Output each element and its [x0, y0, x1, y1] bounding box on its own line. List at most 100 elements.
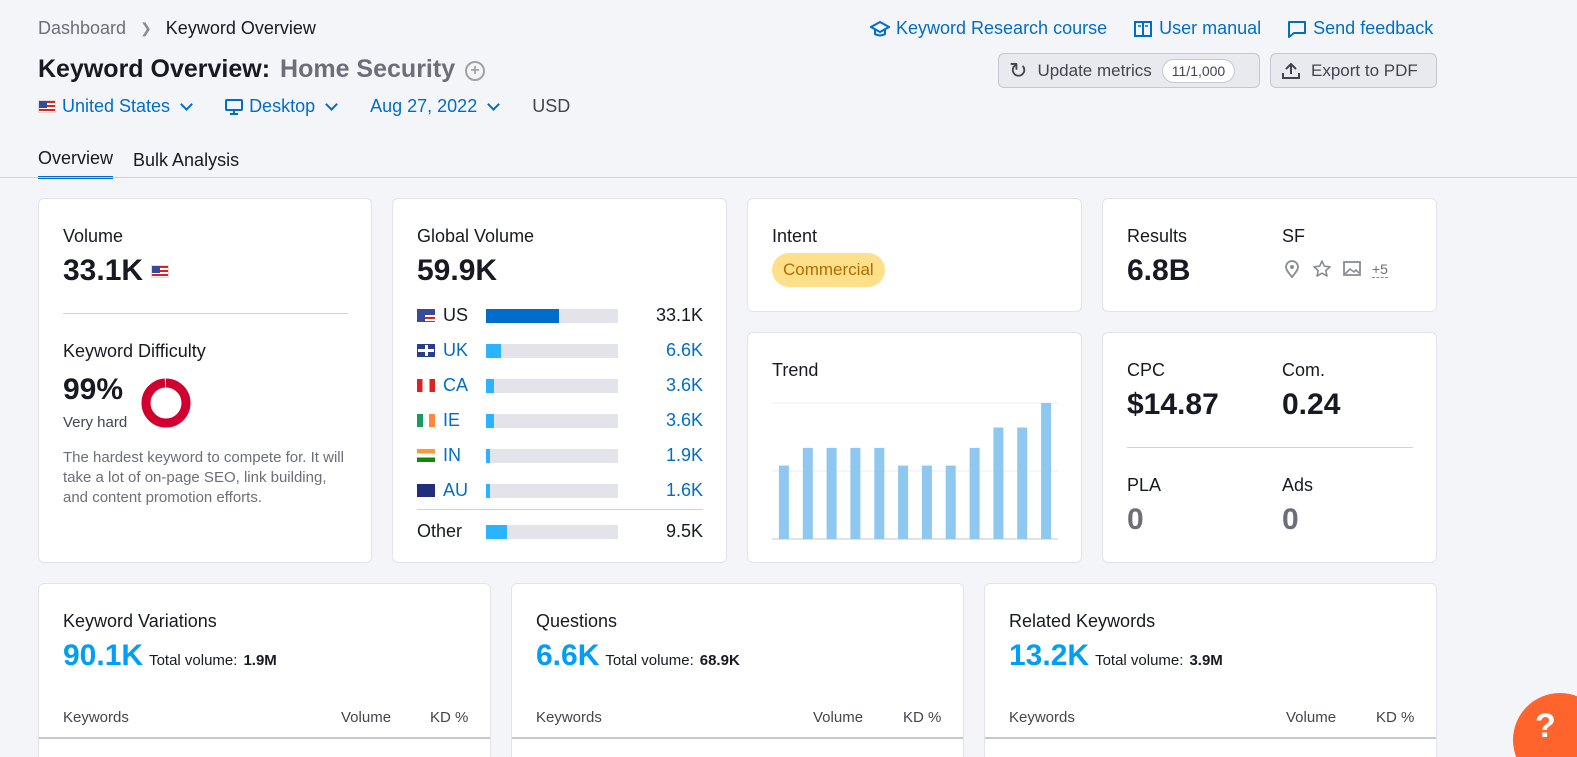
related-keywords-count[interactable]: 13.2K: [1009, 639, 1089, 673]
trend-bar: [850, 447, 861, 539]
trend-bar: [969, 447, 980, 539]
keyword-variations-title: Keyword Variations: [63, 611, 217, 631]
col-volume: Volume: [341, 709, 392, 726]
export-pdf-button[interactable]: Export to PDF: [1270, 53, 1437, 88]
top-links: Keyword Research course User manual Send…: [870, 18, 1433, 39]
keyword-variations-count[interactable]: 90.1K: [63, 639, 143, 673]
gv-row-us: US 33.1K: [417, 298, 703, 333]
gv-country-code: AU: [443, 480, 469, 500]
gv-country-code: IE: [443, 410, 461, 430]
volume-label: Volume: [63, 226, 124, 246]
gv-bar-fill: [486, 413, 494, 428]
col-keywords: Keywords: [1009, 709, 1075, 726]
total-volume-label: Total volume:: [149, 652, 238, 669]
star-icon: [1313, 260, 1331, 277]
graduation-cap-icon: [870, 20, 890, 36]
ads-value: 0: [1282, 503, 1299, 536]
results-label: Results: [1127, 226, 1188, 246]
tabs-divider: [0, 177, 1577, 178]
sf-label: SF: [1282, 226, 1306, 246]
gv-country-code: CA: [443, 375, 469, 395]
gv-other-label: Other: [417, 521, 463, 541]
gv-value: 3.6K: [665, 375, 703, 395]
user-manual-link[interactable]: User manual: [1133, 18, 1261, 39]
total-volume-label: Total volume:: [1095, 652, 1184, 669]
send-feedback-link[interactable]: Send feedback: [1287, 18, 1433, 39]
kd-label: Keyword Difficulty: [63, 341, 206, 361]
questions-count[interactable]: 6.6K: [536, 639, 599, 673]
trend-bar: [802, 447, 813, 539]
us-flag-icon: [38, 100, 56, 113]
gv-bar: [486, 343, 618, 358]
gv-country-code: US: [443, 305, 469, 325]
send-feedback-label: Send feedback: [1313, 18, 1434, 38]
trend-bar: [1041, 403, 1052, 539]
gv-row-au[interactable]: AU 1.6K: [417, 473, 703, 508]
global-volume-label: Global Volume: [417, 226, 535, 246]
breadcrumb-dashboard-link[interactable]: Dashboard: [38, 18, 126, 39]
export-pdf-label: Export to PDF: [1311, 60, 1418, 80]
global-volume-card: Global Volume 59.9K US 33.1K UK 6.6K CA 3.6K I…: [392, 198, 727, 563]
trend-chart: [772, 402, 1058, 540]
ie-flag-icon: [417, 414, 435, 427]
us-flag-icon: [417, 309, 435, 322]
device-label: Desktop: [249, 96, 316, 116]
col-kd: KD %: [903, 709, 942, 726]
col-kd: KD %: [430, 709, 469, 726]
au-flag-icon: [417, 484, 435, 497]
total-volume-value: 3.9M: [1189, 652, 1223, 669]
help-button[interactable]: ?: [1513, 693, 1577, 757]
gv-row-ie[interactable]: IE 3.6K: [417, 403, 703, 438]
trend-card: Trend: [747, 332, 1082, 563]
total-volume-value: 1.9M: [243, 652, 277, 669]
gv-value: 3.6K: [665, 410, 703, 430]
gv-row-uk[interactable]: UK 6.6K: [417, 333, 703, 368]
gv-other-value: 9.5K: [665, 521, 703, 541]
image-icon: [1343, 261, 1361, 276]
kd-level: Very hard: [63, 414, 128, 431]
gv-bar: [486, 308, 618, 323]
currency-label: USD: [532, 96, 571, 116]
date-dropdown[interactable]: Aug 27, 2022: [370, 96, 501, 117]
chevron-down-icon: [180, 97, 193, 111]
tab-overview[interactable]: Overview: [38, 148, 114, 179]
keyword-variations-card: Keyword Variations 90.1K Total volume: 1…: [38, 583, 491, 757]
kd-donut-icon: [141, 378, 191, 428]
gv-other-bar-fill: [486, 524, 508, 539]
add-keyword-icon[interactable]: +: [465, 61, 486, 81]
update-metrics-button[interactable]: ↻ Update metrics 11/1,000: [998, 53, 1260, 88]
total-volume-value: 68.9K: [699, 652, 740, 669]
gv-row-other: Other 9.5K: [417, 514, 703, 549]
cpc-label: CPC: [1127, 360, 1166, 380]
gv-row-in[interactable]: IN 1.9K: [417, 438, 703, 473]
upload-icon: [1282, 62, 1300, 79]
ca-flag-icon: [417, 379, 435, 392]
trend-bar: [945, 465, 956, 539]
date-label: Aug 27, 2022: [370, 96, 478, 116]
intent-label: Intent: [772, 226, 818, 246]
device-dropdown[interactable]: Desktop: [225, 96, 338, 117]
trend-bar: [898, 465, 909, 539]
keyword-research-course-link[interactable]: Keyword Research course: [870, 18, 1107, 39]
desktop-icon: [225, 98, 244, 115]
trend-bar: [778, 465, 789, 539]
cpc-value: $14.87: [1127, 388, 1219, 421]
questions-title: Questions: [536, 611, 618, 631]
gv-bar: [486, 483, 618, 498]
gv-row-ca[interactable]: CA 3.6K: [417, 368, 703, 403]
in-flag-icon: [417, 449, 435, 462]
country-dropdown[interactable]: United States: [38, 96, 193, 117]
divider: [63, 313, 348, 314]
sf-more[interactable]: +5: [1372, 261, 1388, 278]
page-title: Keyword Overview: Home Security +: [38, 55, 486, 84]
tab-bulk-analysis[interactable]: Bulk Analysis: [133, 150, 239, 178]
us-flag-icon: [151, 264, 170, 278]
global-volume-value: 59.9K: [417, 254, 498, 287]
gv-value: 1.9K: [665, 445, 703, 465]
questions-card: Questions 6.6K Total volume: 68.9K Keywo…: [511, 583, 964, 757]
col-keywords: Keywords: [63, 709, 129, 726]
global-volume-list: US 33.1K UK 6.6K CA 3.6K IE 3.6K IN 1.9K AU 1.6K: [417, 298, 703, 508]
breadcrumb: Dashboard ❯ Keyword Overview: [38, 18, 316, 39]
gv-country-code: UK: [443, 340, 469, 360]
trend-bar: [921, 465, 932, 539]
